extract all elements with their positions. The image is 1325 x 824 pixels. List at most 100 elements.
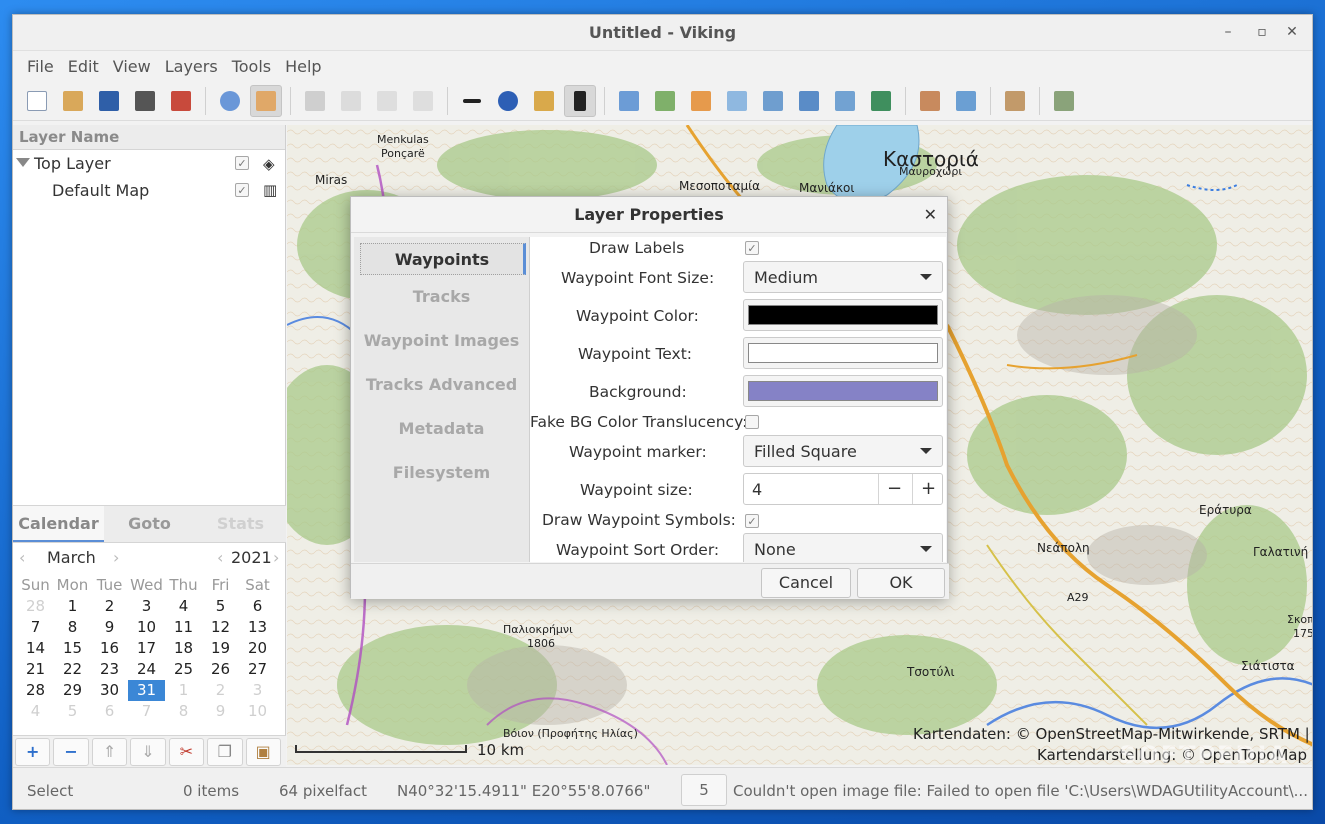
zoom-in-button[interactable] bbox=[335, 85, 367, 117]
select-tool-button[interactable] bbox=[564, 84, 596, 117]
layer-visible-checkbox-map[interactable]: ✓ bbox=[235, 183, 249, 197]
calendar-day[interactable]: 28 bbox=[17, 680, 54, 701]
calendar-day[interactable]: 6 bbox=[91, 701, 128, 722]
minimize-button[interactable]: – bbox=[1219, 23, 1237, 41]
calendar-day[interactable]: 22 bbox=[54, 659, 91, 680]
calendar-day[interactable]: 2 bbox=[91, 596, 128, 617]
calendar-day[interactable]: 4 bbox=[165, 596, 202, 617]
next-month-icon[interactable]: › bbox=[113, 548, 119, 567]
calendar-day[interactable]: 9 bbox=[91, 617, 128, 638]
close-button[interactable]: ✕ bbox=[1283, 23, 1301, 41]
decrement-button[interactable]: − bbox=[887, 478, 902, 499]
calendar-day[interactable]: 17 bbox=[128, 638, 165, 659]
extended-route-button[interactable] bbox=[793, 85, 825, 117]
tab-waypoints[interactable]: Waypoints bbox=[360, 243, 526, 275]
save-button[interactable] bbox=[93, 85, 125, 117]
georef-button[interactable] bbox=[865, 85, 897, 117]
ruler-tool-button[interactable] bbox=[528, 85, 560, 117]
menu-tools[interactable]: Tools bbox=[225, 57, 278, 76]
calendar-day[interactable]: 10 bbox=[239, 701, 276, 722]
create-track-button[interactable] bbox=[649, 85, 681, 117]
calendar-day[interactable]: 1 bbox=[54, 596, 91, 617]
increment-button[interactable]: + bbox=[921, 478, 936, 499]
background-color-button[interactable] bbox=[743, 375, 943, 407]
ok-button[interactable]: OK bbox=[857, 568, 945, 598]
clear-button[interactable] bbox=[1048, 85, 1080, 117]
calendar-day[interactable]: 5 bbox=[54, 701, 91, 722]
tab-metadata[interactable]: Metadata bbox=[354, 407, 529, 451]
tab-stats[interactable]: Stats bbox=[195, 506, 286, 542]
waypoint-size-value[interactable]: 4 bbox=[752, 480, 762, 499]
draw-symbols-checkbox[interactable]: ✓ bbox=[745, 514, 759, 528]
print-button[interactable] bbox=[129, 85, 161, 117]
calendar-day[interactable]: 4 bbox=[17, 701, 54, 722]
move-up-button[interactable]: ⇑ bbox=[91, 738, 128, 766]
sort-order-select[interactable]: None bbox=[743, 533, 943, 562]
calendar-day[interactable]: 27 bbox=[239, 659, 276, 680]
cut-button[interactable]: ✂ bbox=[168, 738, 205, 766]
calendar-day[interactable]: 8 bbox=[165, 701, 202, 722]
route-button[interactable] bbox=[407, 85, 439, 117]
tab-goto[interactable]: Goto bbox=[104, 506, 195, 542]
exit-button[interactable] bbox=[165, 85, 197, 117]
tab-tracks-advanced[interactable]: Tracks Advanced bbox=[354, 363, 529, 407]
calendar-day[interactable]: 6 bbox=[239, 596, 276, 617]
calendar-day[interactable]: 19 bbox=[202, 638, 239, 659]
calendar-day[interactable]: 16 bbox=[91, 638, 128, 659]
calendar-day[interactable]: 3 bbox=[239, 680, 276, 701]
layer-row-map[interactable]: Default Map ✓ ▥ bbox=[13, 177, 285, 204]
calendar-day[interactable]: 31 bbox=[128, 680, 165, 701]
calendar-day[interactable]: 28 bbox=[17, 596, 54, 617]
fake-bg-checkbox[interactable] bbox=[745, 415, 759, 429]
add-layer-button[interactable]: + bbox=[15, 738, 51, 766]
create-route-button[interactable] bbox=[685, 85, 717, 117]
calendar-day[interactable]: 23 bbox=[91, 659, 128, 680]
draw-labels-checkbox[interactable]: ✓ bbox=[745, 241, 759, 255]
calendar-day[interactable]: 26 bbox=[202, 659, 239, 680]
calendar-day[interactable]: 10 bbox=[128, 617, 165, 638]
open-button[interactable] bbox=[57, 85, 89, 117]
calendar-day[interactable]: 7 bbox=[17, 617, 54, 638]
calendar-day[interactable]: 8 bbox=[54, 617, 91, 638]
edit-waypoint-button[interactable] bbox=[721, 85, 753, 117]
calendar-day[interactable]: 14 bbox=[17, 638, 54, 659]
waypoint-size-stepper[interactable]: 4 − + bbox=[743, 473, 943, 505]
pan-button[interactable] bbox=[214, 85, 246, 117]
tab-calendar[interactable]: Calendar bbox=[13, 506, 104, 542]
dialog-close-icon[interactable]: ✕ bbox=[924, 197, 937, 233]
move-down-button[interactable]: ⇓ bbox=[130, 738, 166, 766]
waypoint-text-color-button[interactable] bbox=[743, 337, 943, 369]
home-button[interactable] bbox=[299, 85, 331, 117]
download-button[interactable] bbox=[914, 85, 946, 117]
edit-trackpoint-button[interactable] bbox=[757, 85, 789, 117]
remove-layer-button[interactable]: − bbox=[53, 738, 89, 766]
calendar-day[interactable]: 11 bbox=[165, 617, 202, 638]
zoom-tool-button[interactable] bbox=[492, 85, 524, 117]
menu-edit[interactable]: Edit bbox=[61, 57, 106, 76]
menu-file[interactable]: File bbox=[20, 57, 61, 76]
new-file-button[interactable] bbox=[21, 85, 53, 117]
copy-button[interactable]: ❐ bbox=[207, 738, 243, 766]
calendar-day[interactable]: 18 bbox=[165, 638, 202, 659]
tab-filesystem[interactable]: Filesystem bbox=[354, 451, 529, 495]
calendar-day[interactable]: 20 bbox=[239, 638, 276, 659]
waypoint-marker-select[interactable]: Filled Square bbox=[743, 435, 943, 467]
expand-triangle-icon[interactable] bbox=[16, 158, 30, 167]
create-waypoint-button[interactable] bbox=[613, 85, 645, 117]
calendar-day[interactable]: 21 bbox=[17, 659, 54, 680]
calendar-day[interactable]: 9 bbox=[202, 701, 239, 722]
menu-layers[interactable]: Layers bbox=[158, 57, 225, 76]
calendar-day[interactable]: 13 bbox=[239, 617, 276, 638]
calendar-day[interactable]: 12 bbox=[202, 617, 239, 638]
layer-info-button[interactable] bbox=[999, 85, 1031, 117]
calendar-day[interactable]: 30 bbox=[91, 680, 128, 701]
calendar-day[interactable]: 1 bbox=[165, 680, 202, 701]
prev-year-icon[interactable]: ‹ bbox=[217, 548, 223, 567]
calendar-day[interactable]: 25 bbox=[165, 659, 202, 680]
layer-visible-checkbox-top[interactable]: ✓ bbox=[235, 156, 249, 170]
cancel-button[interactable]: Cancel bbox=[761, 568, 851, 598]
splitter-button[interactable] bbox=[829, 85, 861, 117]
prev-month-icon[interactable]: ‹ bbox=[19, 548, 25, 567]
calendar-day[interactable]: 2 bbox=[202, 680, 239, 701]
menu-view[interactable]: View bbox=[106, 57, 158, 76]
